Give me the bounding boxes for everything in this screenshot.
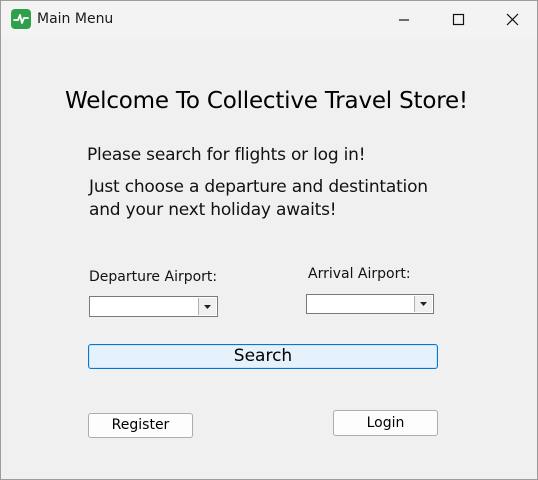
intro-text-holiday: and your next holiday awaits! [89, 200, 337, 220]
arrival-airport-label: Arrival Airport: [308, 266, 411, 282]
close-button[interactable] [490, 1, 536, 37]
window-title: Main Menu [37, 11, 114, 27]
minimize-icon [399, 19, 409, 21]
departure-dropdown-button[interactable] [198, 298, 216, 315]
welcome-heading: Welcome To Collective Travel Store! [65, 88, 468, 114]
pulse-app-icon [11, 9, 31, 29]
maximize-icon [452, 13, 465, 26]
intro-text-choose: Just choose a departure and destintation [89, 177, 428, 197]
minimize-button[interactable] [381, 1, 427, 37]
arrival-dropdown-button[interactable] [414, 296, 432, 312]
login-button[interactable]: Login [333, 410, 438, 436]
chevron-down-icon [420, 302, 427, 306]
departure-airport-select[interactable] [89, 296, 218, 317]
title-bar[interactable]: Main Menu [1, 1, 537, 39]
chevron-down-icon [204, 305, 211, 309]
register-button[interactable]: Register [88, 413, 193, 438]
intro-text-search: Please search for flights or log in! [87, 145, 366, 165]
close-icon [506, 13, 519, 26]
search-button[interactable]: Search [88, 344, 438, 369]
maximize-button[interactable] [436, 1, 482, 37]
departure-airport-label: Departure Airport: [89, 269, 218, 285]
main-menu-window: Main Menu Welcome To Collective Travel S… [0, 0, 538, 480]
arrival-airport-select[interactable] [306, 294, 434, 314]
